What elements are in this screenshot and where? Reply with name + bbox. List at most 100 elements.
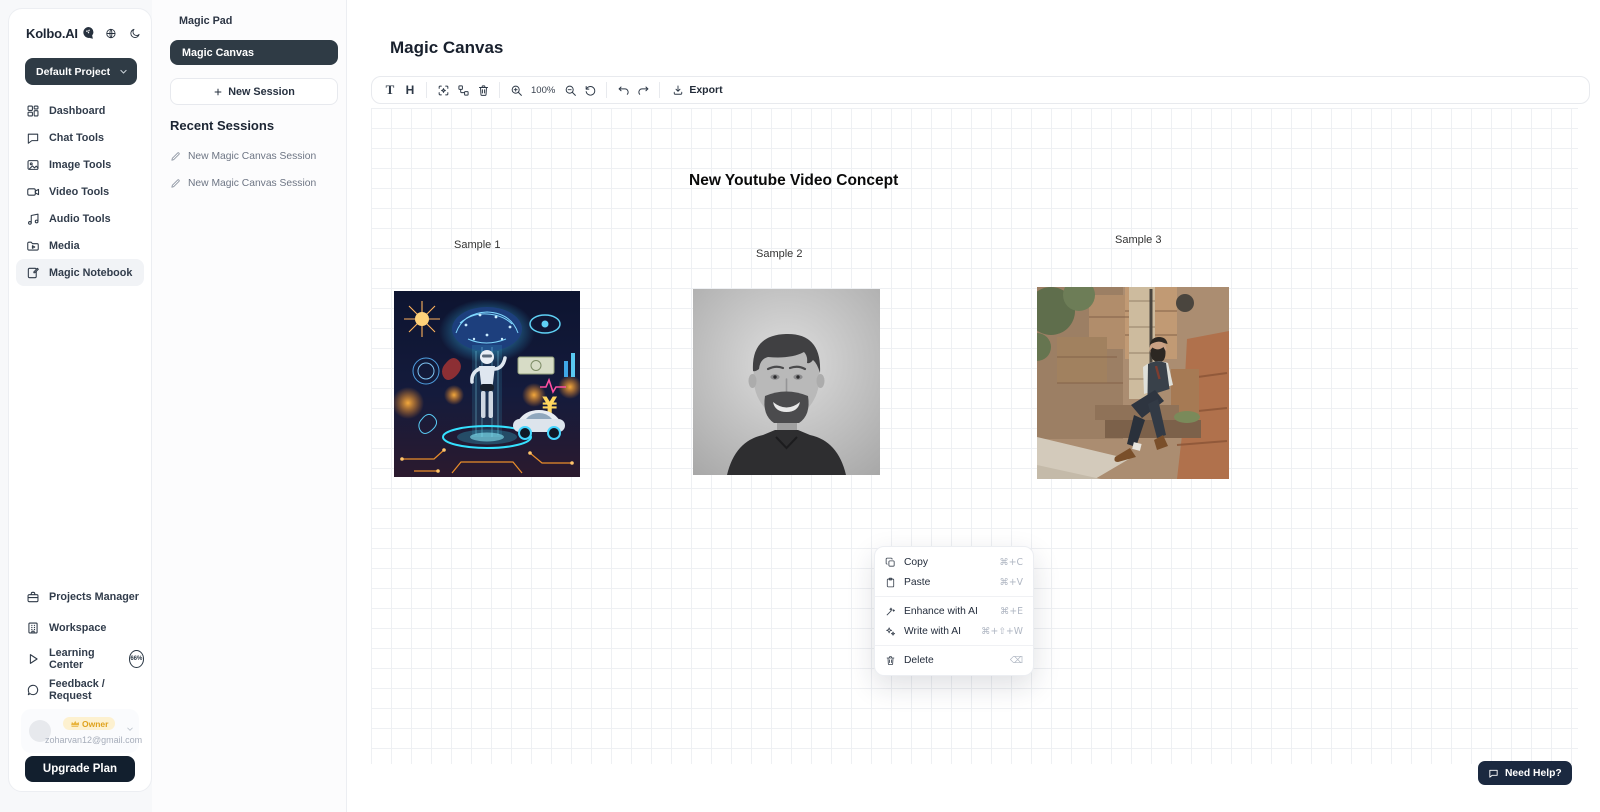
- sidebar-item-magic-notebook[interactable]: Magic Notebook: [16, 259, 144, 286]
- media-folder-icon: [26, 239, 40, 253]
- sidebar-item-chat-tools[interactable]: Chat Tools: [16, 124, 144, 151]
- user-email: zoharvan12@gmail.com: [45, 735, 142, 745]
- context-menu-shortcut: ⌫: [1010, 655, 1023, 666]
- learning-progress-badge: 66%: [129, 650, 144, 668]
- trash-icon: [885, 655, 896, 666]
- context-menu-divider: [875, 596, 1033, 597]
- session-item[interactable]: New Magic Canvas Session: [170, 151, 334, 162]
- undo-button[interactable]: [613, 79, 633, 101]
- sidebar-item-magic-pad[interactable]: Magic Pad: [179, 15, 232, 27]
- toolbar-divider: [659, 82, 660, 98]
- need-help-button[interactable]: Need Help?: [1478, 761, 1572, 785]
- sidebar-item-magic-canvas[interactable]: Magic Canvas: [170, 40, 338, 65]
- brain-logo-icon: [81, 25, 96, 41]
- context-menu-shortcut: ⌘+E: [1000, 606, 1023, 617]
- user-profile[interactable]: Owner zoharvan12@gmail.com: [21, 709, 139, 753]
- sidebar-item-feedback-request[interactable]: Feedback / Request: [16, 676, 144, 703]
- play-icon: [26, 652, 40, 666]
- sidebar-item-media[interactable]: Media: [16, 232, 144, 259]
- sidebar-item-label: Projects Manager: [49, 591, 139, 603]
- sidebar-item-image-tools[interactable]: Image Tools: [16, 151, 144, 178]
- context-menu-divider: [875, 645, 1033, 646]
- sidebar-item-label: Learning Center: [49, 647, 118, 671]
- export-button[interactable]: Export: [666, 79, 728, 101]
- context-menu-item-enhance-with-ai[interactable]: Enhance with AI ⌘+E: [875, 601, 1033, 621]
- context-menu-item-write-with-ai[interactable]: Write with AI ⌘+⇧+W: [875, 621, 1033, 641]
- sample-image-3[interactable]: [1037, 287, 1229, 479]
- undo-icon: [617, 84, 630, 97]
- session-item-label: New Magic Canvas Session: [188, 151, 316, 162]
- sidebar-item-audio-tools[interactable]: Audio Tools: [16, 205, 144, 232]
- sidebar-item-video-tools[interactable]: Video Tools: [16, 178, 144, 205]
- zoom-out-icon: [564, 84, 577, 97]
- chevron-down-icon: [119, 67, 128, 76]
- context-menu-label: Write with AI: [904, 626, 973, 637]
- context-menu-item-paste[interactable]: Paste ⌘+V: [875, 572, 1033, 592]
- sidebar-item-learning-center[interactable]: Learning Center 66%: [16, 645, 144, 672]
- context-menu-item-delete[interactable]: Delete ⌫: [875, 650, 1033, 670]
- sidebar-item-dashboard[interactable]: Dashboard: [16, 97, 144, 124]
- sidebar-item-label: Feedback / Request: [49, 678, 144, 702]
- zoom-in-button[interactable]: [506, 79, 526, 101]
- canvas-toolbar: T H 100%: [371, 76, 1590, 104]
- redo-button[interactable]: [633, 79, 653, 101]
- need-help-label: Need Help?: [1505, 768, 1562, 779]
- sample-image-2[interactable]: [693, 289, 880, 475]
- notebook-pen-icon: [26, 266, 40, 280]
- moon-icon[interactable]: [129, 27, 141, 40]
- canvas-heading-text[interactable]: New Youtube Video Concept: [689, 172, 898, 190]
- plus-icon: [213, 87, 223, 97]
- globe-icon[interactable]: [105, 27, 117, 40]
- sample-label-3[interactable]: Sample 3: [1115, 234, 1161, 246]
- toolbar-divider: [499, 82, 500, 98]
- sparkles-icon: [885, 626, 896, 637]
- export-label: Export: [689, 84, 722, 96]
- sidebar-nav: Dashboard Chat Tools Image Tools Video T…: [16, 97, 144, 286]
- context-menu-label: Enhance with AI: [904, 606, 992, 617]
- sidebar-item-label: Audio Tools: [49, 213, 111, 225]
- context-menu-item-copy[interactable]: Copy ⌘+C: [875, 552, 1033, 572]
- heading-tool-button[interactable]: H: [400, 79, 420, 101]
- sidebar-item-label: Media: [49, 240, 80, 252]
- context-menu: Copy ⌘+C Paste ⌘+V Enhance with AI ⌘+E W…: [874, 546, 1034, 676]
- project-selector[interactable]: Default Project: [25, 58, 137, 85]
- upgrade-plan-button[interactable]: Upgrade Plan: [25, 756, 135, 782]
- context-menu-shortcut: ⌘+C: [999, 557, 1023, 568]
- owner-badge-label: Owner: [82, 719, 108, 729]
- brand-logo-text: Kolbo.AI: [26, 26, 78, 41]
- zoom-in-icon: [510, 84, 523, 97]
- sample-label-1[interactable]: Sample 1: [454, 239, 500, 251]
- sidebar-item-label: Video Tools: [49, 186, 109, 198]
- download-icon: [672, 84, 684, 96]
- page-title: Magic Canvas: [390, 38, 503, 58]
- sidebar-item-workspace[interactable]: Workspace: [16, 614, 144, 641]
- context-menu-shortcut: ⌘+V: [1000, 577, 1023, 588]
- text-tool-button[interactable]: T: [380, 79, 400, 101]
- sidebar-item-label: Magic Notebook: [49, 267, 132, 279]
- session-item[interactable]: New Magic Canvas Session: [170, 178, 334, 189]
- session-item-label: New Magic Canvas Session: [188, 178, 316, 189]
- sample-image-1[interactable]: ¥: [394, 291, 580, 477]
- sidebar-item-label: Image Tools: [49, 159, 111, 171]
- zoom-level: 100%: [531, 85, 555, 96]
- toolbar-divider: [426, 82, 427, 98]
- owner-badge: Owner: [63, 717, 115, 730]
- context-menu-label: Paste: [904, 577, 992, 588]
- sidebar-item-projects-manager[interactable]: Projects Manager: [16, 583, 144, 610]
- dashboard-icon: [26, 104, 40, 118]
- delete-tool-button[interactable]: [473, 79, 493, 101]
- workflow-icon: [457, 84, 470, 97]
- primary-sidebar: Kolbo.AI Default Project Dashboard: [8, 8, 152, 792]
- ai-select-button[interactable]: [433, 79, 453, 101]
- context-menu-label: Delete: [904, 655, 1002, 666]
- connector-tool-button[interactable]: [453, 79, 473, 101]
- new-session-button[interactable]: New Session: [170, 78, 338, 105]
- pencil-icon: [170, 151, 181, 162]
- context-menu-shortcut: ⌘+⇧+W: [981, 626, 1023, 637]
- reset-view-button[interactable]: [580, 79, 600, 101]
- zoom-out-button[interactable]: [560, 79, 580, 101]
- sidebar-item-label: Dashboard: [49, 105, 105, 117]
- sidebar-item-label: Chat Tools: [49, 132, 104, 144]
- sample-label-2[interactable]: Sample 2: [756, 248, 802, 260]
- context-menu-label: Copy: [904, 557, 991, 568]
